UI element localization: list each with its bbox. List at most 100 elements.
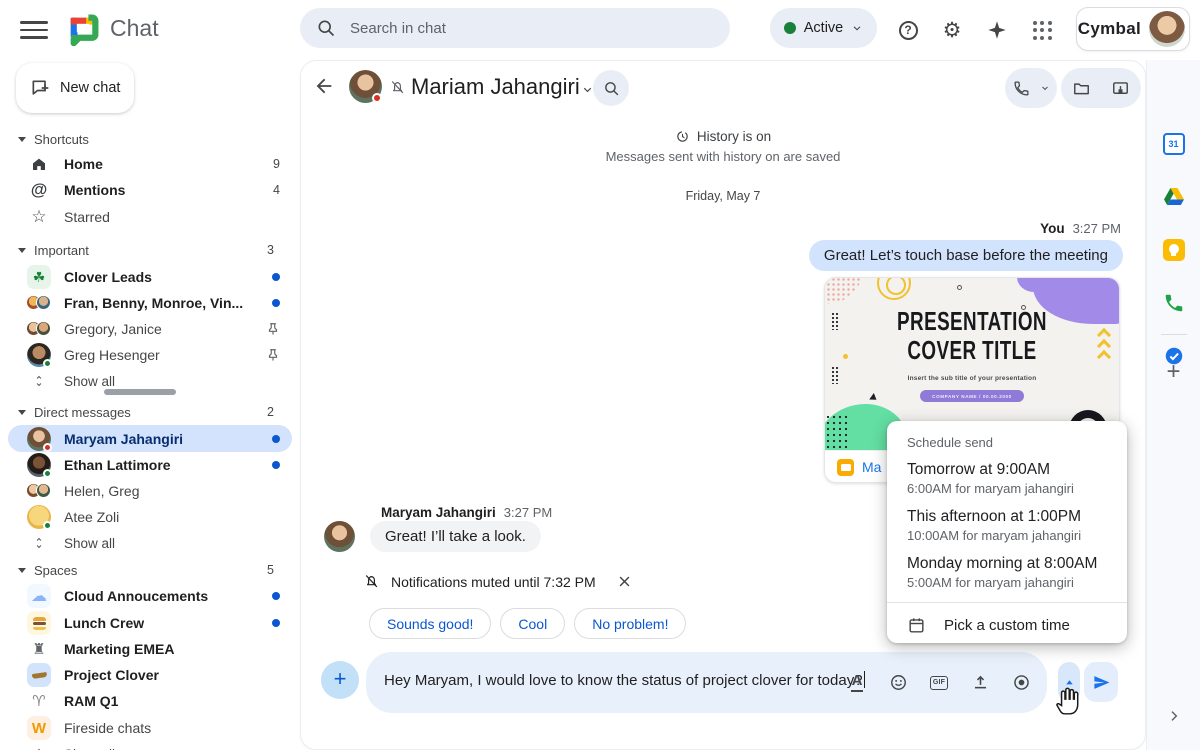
schedule-option-tomorrow[interactable]: Tomorrow at 9:00AM 6:00AM for maryam jah… <box>907 461 1127 496</box>
chat-item-ethan-lattimore[interactable]: Ethan Lattimore <box>8 452 292 478</box>
schedule-option-monday[interactable]: Monday morning at 8:00AM 5:00AM for mary… <box>907 555 1127 590</box>
caret-up-icon <box>1064 677 1075 688</box>
outgoing-message-bubble[interactable]: Great! Let’s touch base before the meeti… <box>809 240 1123 271</box>
section-important[interactable]: Important 3 <box>8 237 292 263</box>
collapse-panel-button[interactable] <box>1166 708 1182 724</box>
help-button[interactable]: ? <box>892 14 924 46</box>
chat-item-clover-leads[interactable]: ☘ Clover Leads <box>8 264 292 290</box>
burger-avatar <box>26 610 52 636</box>
section-spaces[interactable]: Spaces 5 <box>8 557 292 583</box>
upload-button[interactable] <box>970 673 990 693</box>
chat-title: Mariam Jahangiri <box>411 74 580 100</box>
sparkle-icon <box>986 19 1008 41</box>
home-count: 9 <box>273 157 280 171</box>
attachment-file-name: Ma <box>862 459 881 475</box>
pin-to-tab-icon[interactable] <box>1111 79 1130 98</box>
send-button[interactable] <box>1084 662 1118 702</box>
dm-show-all[interactable]: Show all <box>8 530 292 556</box>
gemini-button[interactable] <box>981 14 1013 46</box>
chevron-down-icon[interactable] <box>581 83 594 96</box>
folder-icon[interactable] <box>1072 79 1091 98</box>
canoe-avatar <box>26 662 52 688</box>
google-voice-icon <box>1163 292 1185 314</box>
muted-bell-icon <box>363 573 380 590</box>
format-text-button[interactable]: A <box>847 673 867 693</box>
unread-dot <box>272 461 280 469</box>
sidebar-item-mentions[interactable]: @ Mentions 4 <box>8 177 292 203</box>
schedule-option-afternoon[interactable]: This afternoon at 1:00PM 10:00AM for mar… <box>907 508 1127 543</box>
space-lunch-crew[interactable]: Lunch Crew <box>8 610 292 636</box>
chat-item-atee-zoli[interactable]: Atee Zoli <box>8 504 292 530</box>
incoming-time: 3:27 PM <box>504 505 552 520</box>
new-chat-icon <box>30 78 50 98</box>
google-calendar-icon: 31 <box>1163 133 1185 155</box>
dm-count: 2 <box>267 405 274 419</box>
space-fireside-chats[interactable]: W Fireside chats <box>8 715 292 741</box>
section-shortcuts[interactable]: Shortcuts <box>8 126 292 152</box>
sidebar-item-home[interactable]: Home 9 <box>8 151 292 177</box>
keep-app-button[interactable] <box>1161 237 1187 263</box>
person-avatar <box>26 342 52 368</box>
spaces-count: 5 <box>267 563 274 577</box>
pin-icon <box>266 348 280 362</box>
chat-search-button[interactable] <box>593 70 629 106</box>
main-menu-icon[interactable] <box>20 16 48 44</box>
add-apps-button[interactable]: + <box>1166 358 1180 386</box>
smart-reply-chip[interactable]: Cool <box>500 608 565 639</box>
spaces-show-all[interactable]: Show all <box>8 741 292 750</box>
space-marketing-emea[interactable]: ♜ Marketing EMEA <box>8 636 292 662</box>
voice-app-button[interactable] <box>1161 290 1187 316</box>
collapse-caret-icon <box>18 137 26 142</box>
collapse-caret-icon <box>18 568 26 573</box>
settings-button[interactable]: ⚙ <box>936 14 968 46</box>
incoming-avatar[interactable] <box>324 521 355 552</box>
castle-avatar: ♜ <box>26 636 52 662</box>
back-button[interactable] <box>313 75 339 101</box>
google-keep-icon <box>1163 239 1185 261</box>
chevron-down-icon <box>1040 83 1050 93</box>
chat-item-greg-hesenger[interactable]: Greg Hesenger <box>8 342 292 368</box>
send-options-button[interactable] <box>1058 662 1080 702</box>
pick-custom-time[interactable]: Pick a custom time <box>907 603 1127 648</box>
person-avatar <box>26 452 52 478</box>
space-ram-q1[interactable]: ♈ RAM Q1 <box>8 688 292 714</box>
status-active-dot-icon <box>784 22 796 34</box>
call-button[interactable] <box>1005 68 1057 108</box>
smart-reply-chip[interactable]: No problem! <box>574 608 686 639</box>
star-icon: ☆ <box>26 204 52 230</box>
record-button[interactable] <box>1011 673 1031 693</box>
sidebar-scrollbar[interactable] <box>104 389 176 395</box>
sidebar: New chat Shortcuts Home 9 @ Mentions 4 ☆… <box>0 60 300 750</box>
user-avatar[interactable] <box>1149 11 1185 47</box>
history-banner: History is on Messages sent with history… <box>301 129 1145 164</box>
space-project-clover[interactable]: Project Clover <box>8 662 292 688</box>
plus-icon: + <box>334 666 347 692</box>
sidebar-item-starred[interactable]: ☆ Starred <box>8 204 292 230</box>
home-icon <box>26 151 52 177</box>
search-input[interactable]: Search in chat <box>300 8 730 48</box>
space-cloud-annoucements[interactable]: ☁ Cloud Annoucements <box>8 583 292 609</box>
section-direct-messages[interactable]: Direct messages 2 <box>8 399 292 425</box>
gear-icon: ⚙ <box>943 20 962 41</box>
drive-app-button[interactable] <box>1161 184 1187 210</box>
chat-item-fran-group[interactable]: Fran, Benny, Monroe, Vin... <box>8 290 292 316</box>
status-selector[interactable]: Active <box>770 8 877 48</box>
apps-grid-button[interactable] <box>1026 14 1058 46</box>
smart-reply-chip[interactable]: Sounds good! <box>369 608 491 639</box>
chat-tools-group <box>1061 68 1141 108</box>
chat-item-helen-greg[interactable]: Helen, Greg <box>8 478 292 504</box>
new-chat-button[interactable]: New chat <box>16 63 134 113</box>
chat-item-gregory-janice[interactable]: Gregory, Janice <box>8 316 292 342</box>
message-input[interactable]: Hey Maryam, I would love to know the sta… <box>366 652 1047 713</box>
muted-banner: Notifications muted until 7:32 PM <box>363 573 632 590</box>
gif-button[interactable]: GIF <box>929 673 949 693</box>
schedule-send-title: Schedule send <box>907 435 1127 450</box>
calendar-app-button[interactable]: 31 <box>1161 131 1187 157</box>
incoming-message-bubble[interactable]: Great! I’ll take a look. <box>370 521 541 552</box>
close-icon[interactable] <box>617 574 632 589</box>
emoji-button[interactable] <box>888 673 908 693</box>
chat-item-maryam-jahangiri[interactable]: Maryam Jahangiri <box>8 425 292 452</box>
calendar-icon <box>907 616 926 635</box>
account-switcher[interactable]: Cymbal <box>1076 7 1190 51</box>
compose-add-button[interactable]: + <box>321 661 359 699</box>
